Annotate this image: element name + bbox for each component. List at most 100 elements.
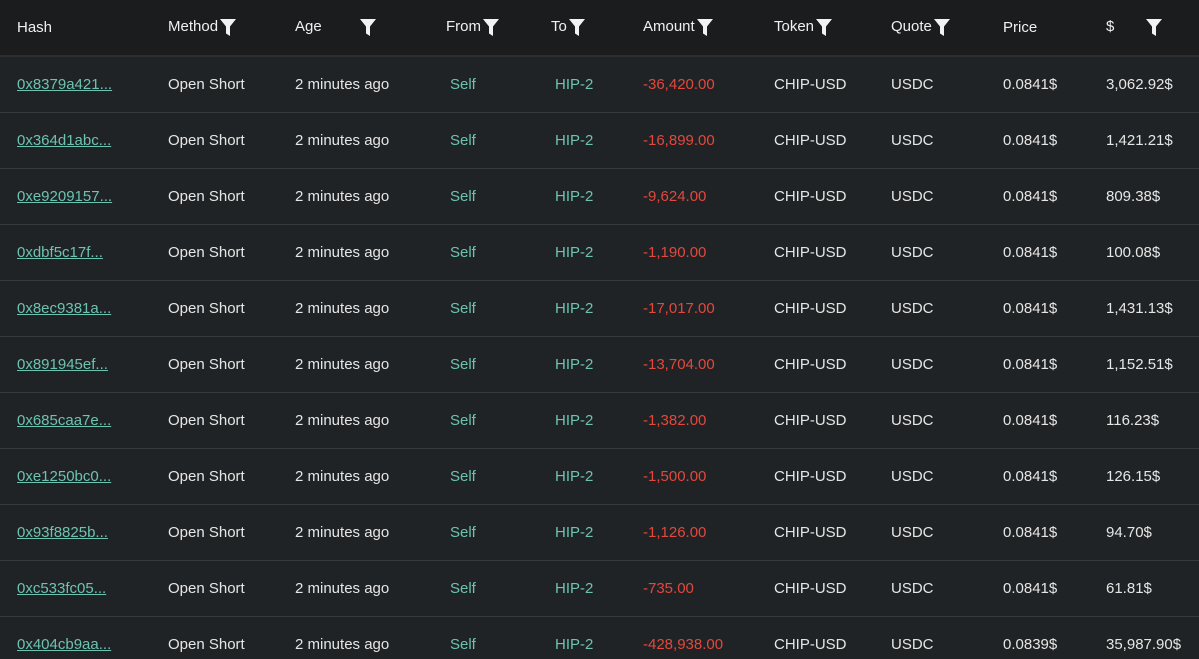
hash-link[interactable]: 0x93f8825b...	[17, 524, 108, 541]
filter-icon[interactable]	[1146, 18, 1163, 37]
age-value: 2 minutes ago	[295, 524, 390, 541]
price-value: 0.0841$	[1003, 244, 1058, 261]
table-row: 0x404cb9aa... Open Short 2 minutes ago Self…	[0, 616, 1199, 659]
to-link: HIP-2	[555, 524, 594, 541]
quote-value: USDC	[891, 580, 934, 597]
price-value: 0.0841$	[1003, 300, 1058, 317]
table-row: 0x93f8825b... Open Short 2 minutes ago Self…	[0, 504, 1199, 561]
cell-method: Open Short	[168, 280, 295, 337]
cell-price: 0.0839$	[1003, 616, 1106, 659]
cell-token: CHIP-USD	[774, 224, 891, 281]
cell-price: 0.0841$	[1003, 392, 1106, 449]
cell-method: Open Short	[168, 168, 295, 225]
quote-value: USDC	[891, 524, 934, 541]
from-link: Self	[450, 636, 476, 653]
cell-amount: -1,190.00	[643, 224, 774, 281]
cell-quote: USDC	[891, 56, 1003, 113]
usd-value: 1,431.13$	[1106, 300, 1173, 317]
hash-link[interactable]: 0xc533fc05...	[17, 580, 106, 597]
amount-value: -16,899.00	[643, 132, 715, 149]
age-value: 2 minutes ago	[295, 300, 390, 317]
to-link: HIP-2	[555, 76, 594, 93]
from-link: Self	[450, 524, 476, 541]
cell-hash: 0xc533fc05...	[0, 560, 168, 617]
cell-to: HIP-2	[551, 56, 643, 113]
cell-usd: 94.70$	[1106, 504, 1199, 561]
cell-age: 2 minutes ago	[295, 504, 446, 561]
cell-from: Self	[446, 112, 551, 169]
filter-icon[interactable]	[696, 18, 713, 37]
cell-age: 2 minutes ago	[295, 616, 446, 659]
to-link: HIP-2	[555, 188, 594, 205]
cell-hash: 0xe1250bc0...	[0, 448, 168, 505]
amount-value: -17,017.00	[643, 300, 715, 317]
cell-from: Self	[446, 448, 551, 505]
cell-from: Self	[446, 336, 551, 393]
cell-amount: -17,017.00	[643, 280, 774, 337]
cell-price: 0.0841$	[1003, 560, 1106, 617]
cell-price: 0.0841$	[1003, 56, 1106, 113]
cell-hash: 0x364d1abc...	[0, 112, 168, 169]
method-value: Open Short	[168, 636, 245, 653]
hash-link[interactable]: 0x685caa7e...	[17, 412, 111, 429]
cell-amount: -428,938.00	[643, 616, 774, 659]
age-value: 2 minutes ago	[295, 636, 390, 653]
from-link: Self	[450, 188, 476, 205]
cell-usd: 61.81$	[1106, 560, 1199, 617]
cell-method: Open Short	[168, 224, 295, 281]
hash-link[interactable]: 0xdbf5c17f...	[17, 244, 103, 261]
table-row: 0x8ec9381a... Open Short 2 minutes ago Self…	[0, 280, 1199, 337]
cell-quote: USDC	[891, 112, 1003, 169]
from-link: Self	[450, 468, 476, 485]
cell-price: 0.0841$	[1003, 112, 1106, 169]
usd-value: 116.23$	[1106, 412, 1160, 429]
cell-method: Open Short	[168, 560, 295, 617]
hash-link[interactable]: 0x364d1abc...	[17, 132, 111, 149]
method-value: Open Short	[168, 244, 245, 261]
cell-to: HIP-2	[551, 112, 643, 169]
cell-method: Open Short	[168, 392, 295, 449]
to-link: HIP-2	[555, 300, 594, 317]
column-header-label: Hash	[17, 19, 53, 36]
table-row: 0xc533fc05... Open Short 2 minutes ago Self…	[0, 560, 1199, 617]
hash-link[interactable]: 0x8379a421...	[17, 76, 112, 93]
cell-age: 2 minutes ago	[295, 448, 446, 505]
cell-amount: -36,420.00	[643, 56, 774, 113]
token-value: CHIP-USD	[774, 636, 847, 653]
column-header-usd: $	[1106, 0, 1199, 57]
filter-icon[interactable]	[933, 18, 950, 37]
usd-value: 1,152.51$	[1106, 356, 1173, 373]
age-value: 2 minutes ago	[295, 244, 390, 261]
hash-link[interactable]: 0x8ec9381a...	[17, 300, 111, 317]
filter-icon[interactable]	[220, 18, 237, 37]
token-value: CHIP-USD	[774, 524, 847, 541]
cell-from: Self	[446, 560, 551, 617]
cell-hash: 0x8379a421...	[0, 56, 168, 113]
usd-value: 94.70$	[1106, 524, 1152, 541]
method-value: Open Short	[168, 356, 245, 373]
hash-link[interactable]: 0xe9209157...	[17, 188, 112, 205]
token-value: CHIP-USD	[774, 244, 847, 261]
filter-icon[interactable]	[568, 18, 585, 37]
cell-amount: -13,704.00	[643, 336, 774, 393]
filter-icon[interactable]	[483, 18, 499, 37]
table-row: 0xe1250bc0... Open Short 2 minutes ago Self…	[0, 448, 1199, 505]
quote-value: USDC	[891, 300, 934, 317]
price-value: 0.0841$	[1003, 188, 1058, 205]
age-value: 2 minutes ago	[295, 580, 390, 597]
cell-quote: USDC	[891, 280, 1003, 337]
filter-icon[interactable]	[359, 18, 376, 37]
filter-icon[interactable]	[816, 18, 833, 37]
cell-price: 0.0841$	[1003, 448, 1106, 505]
cell-usd: 809.38$	[1106, 168, 1199, 225]
cell-token: CHIP-USD	[774, 392, 891, 449]
amount-value: -13,704.00	[643, 356, 715, 373]
hash-link[interactable]: 0x404cb9aa...	[17, 636, 111, 653]
from-link: Self	[450, 76, 476, 93]
hash-link[interactable]: 0x891945ef...	[17, 356, 108, 373]
method-value: Open Short	[168, 524, 245, 541]
hash-link[interactable]: 0xe1250bc0...	[17, 468, 111, 485]
cell-quote: USDC	[891, 560, 1003, 617]
column-header-label: $	[1106, 18, 1115, 36]
price-value: 0.0841$	[1003, 580, 1058, 597]
